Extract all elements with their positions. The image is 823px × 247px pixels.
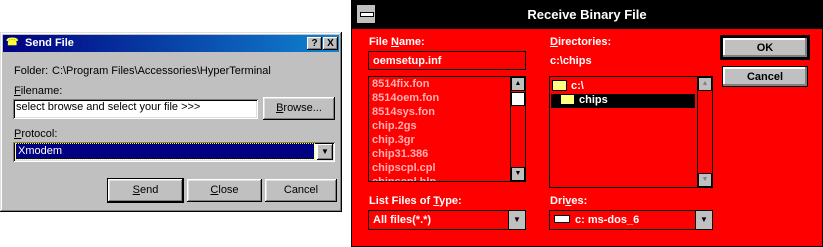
- send-button[interactable]: Send: [107, 178, 184, 203]
- file-list-items: 8514fix.fon 8514oem.fon 8514sys.fon chip.2g…: [369, 77, 525, 181]
- drives-select[interactable]: c: ms-dos_6 ▼: [549, 210, 713, 230]
- file-list-item[interactable]: 8514oem.fon: [369, 91, 525, 105]
- file-list-item[interactable]: 8514fix.fon: [369, 77, 525, 91]
- directory-list[interactable]: c:\ chips ▲ ▼: [549, 76, 713, 188]
- dir-item-root[interactable]: c:\: [552, 79, 692, 94]
- file-name-field[interactable]: oemsetup.inf: [368, 51, 526, 70]
- list-type-select[interactable]: All files(*.*) ▼: [368, 210, 526, 230]
- send-file-dialog: ☎ Send File ? X Folder: C:\Program Files…: [0, 32, 342, 212]
- send-file-title-bar[interactable]: ☎ Send File ? X: [3, 35, 339, 52]
- folder-path: C:\Program Files\Accessories\HyperTermin…: [52, 65, 271, 77]
- close-button[interactable]: Close: [187, 179, 262, 202]
- file-list-item[interactable]: 8514sys.fon: [369, 105, 525, 119]
- scroll-down-icon[interactable]: ▼: [511, 167, 525, 181]
- scroll-thumb[interactable]: [511, 92, 525, 106]
- folder-label: Folder:: [14, 65, 49, 77]
- receive-binary-dialog: Receive Binary File File Name: oemsetup.…: [351, 0, 823, 247]
- file-list-item[interactable]: chip31.386: [369, 147, 525, 161]
- scroll-up-icon[interactable]: ▲: [698, 77, 712, 91]
- receive-binary-title-bar[interactable]: Receive Binary File: [352, 1, 822, 29]
- file-list-item[interactable]: chip.3gr: [369, 133, 525, 147]
- filename-label: Filename:: [14, 85, 63, 97]
- current-directory: c:\chips: [550, 55, 592, 67]
- hyperterminal-icon: ☎: [6, 37, 19, 48]
- file-list-item[interactable]: chipscpl.hlp: [369, 175, 525, 181]
- file-name-label: File Name:: [369, 36, 425, 48]
- directory-list-scrollbar[interactable]: ▲ ▼: [697, 77, 712, 187]
- folder-open-icon: [552, 79, 567, 91]
- list-type-value: All files(*.*): [373, 214, 432, 226]
- file-list-item[interactable]: chip.2gs: [369, 119, 525, 133]
- protocol-select[interactable]: Xmodem ▼: [13, 142, 335, 162]
- chevron-down-icon[interactable]: ▼: [508, 211, 525, 229]
- help-button[interactable]: ?: [307, 37, 322, 50]
- chevron-down-icon[interactable]: ▼: [695, 211, 712, 229]
- ok-button[interactable]: OK: [720, 35, 810, 60]
- protocol-value: Xmodem: [15, 143, 315, 160]
- folder-open-icon: [560, 93, 575, 105]
- file-list-item[interactable]: chipscpl.cpl: [369, 161, 525, 175]
- cancel-button[interactable]: Cancel: [722, 66, 808, 87]
- directories-label: Directories:: [550, 36, 612, 48]
- send-file-title: Send File: [25, 37, 74, 49]
- list-type-label: List Files of Type:: [369, 195, 462, 207]
- file-list[interactable]: 8514fix.fon 8514oem.fon 8514sys.fon chip.2g…: [368, 76, 526, 182]
- drives-label: Drives:: [550, 195, 588, 207]
- scroll-up-icon[interactable]: ▲: [511, 77, 525, 91]
- close-icon[interactable]: X: [323, 37, 338, 50]
- dir-item-chips[interactable]: chips: [551, 93, 695, 108]
- file-list-scrollbar[interactable]: ▲ ▼: [510, 77, 525, 181]
- scroll-down-icon[interactable]: ▼: [698, 173, 712, 187]
- receive-binary-title: Receive Binary File: [527, 7, 647, 22]
- browse-button[interactable]: Browse...: [263, 97, 335, 120]
- protocol-label: Protocol:: [14, 128, 58, 140]
- drives-value: c: ms-dos_6: [575, 214, 640, 226]
- chevron-down-icon[interactable]: ▼: [317, 144, 333, 160]
- cancel-button[interactable]: Cancel: [265, 179, 337, 202]
- hard-drive-icon: [554, 215, 570, 224]
- filename-field[interactable]: select browse and select your file >>>: [13, 99, 258, 119]
